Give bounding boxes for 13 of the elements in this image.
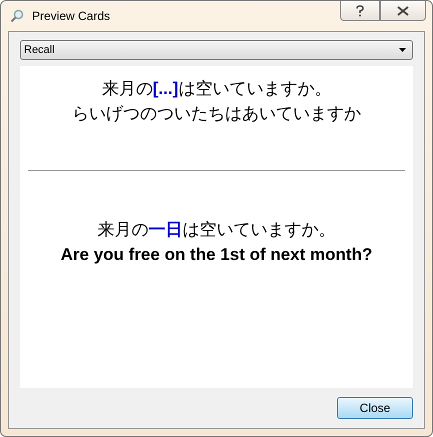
card-text: 来月の[...]は空いていますか。 (102, 78, 332, 99)
close-dialog-button[interactable]: Close (337, 397, 413, 419)
mode-dropdown[interactable]: Recall (20, 40, 413, 60)
magnifier-icon (10, 9, 24, 23)
help-icon (355, 4, 365, 16)
close-icon (397, 6, 409, 16)
card-text: らいげつのついたちはあいていますか (72, 103, 361, 124)
caret-icon (399, 48, 406, 52)
close-button[interactable] (380, 1, 426, 21)
card-text: 来月の一日 は空いていますか。 (98, 219, 336, 240)
card-text: Are you free on the 1st of next month? (60, 244, 372, 265)
window-title: Preview Cards (32, 9, 112, 23)
help-button[interactable] (340, 1, 380, 21)
